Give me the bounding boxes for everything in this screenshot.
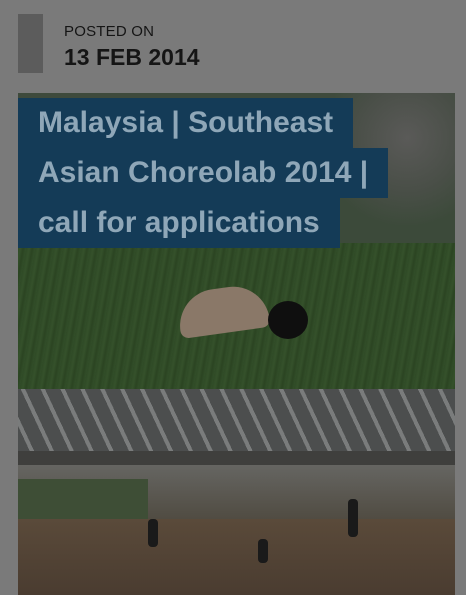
posted-date: 13 FEB 2014 <box>64 44 200 70</box>
standing-person <box>148 519 158 547</box>
post-title-line[interactable]: Malaysia | Southeast <box>18 98 354 148</box>
studio-floor <box>18 519 455 595</box>
roof-beam <box>18 451 455 465</box>
date-accent-bar <box>18 14 43 73</box>
standing-person <box>348 499 358 537</box>
post-title-line[interactable]: Asian Choreolab 2014 | <box>18 148 389 198</box>
post-title-line[interactable]: call for applications <box>18 198 340 248</box>
studio-hall-photo <box>18 389 455 595</box>
dancer-head <box>268 301 308 339</box>
post-date-block: POSTED ON 13 FEB 2014 <box>18 14 318 74</box>
posted-on-label: POSTED ON <box>64 23 155 40</box>
studio-roof <box>18 389 455 459</box>
standing-person <box>258 539 268 563</box>
